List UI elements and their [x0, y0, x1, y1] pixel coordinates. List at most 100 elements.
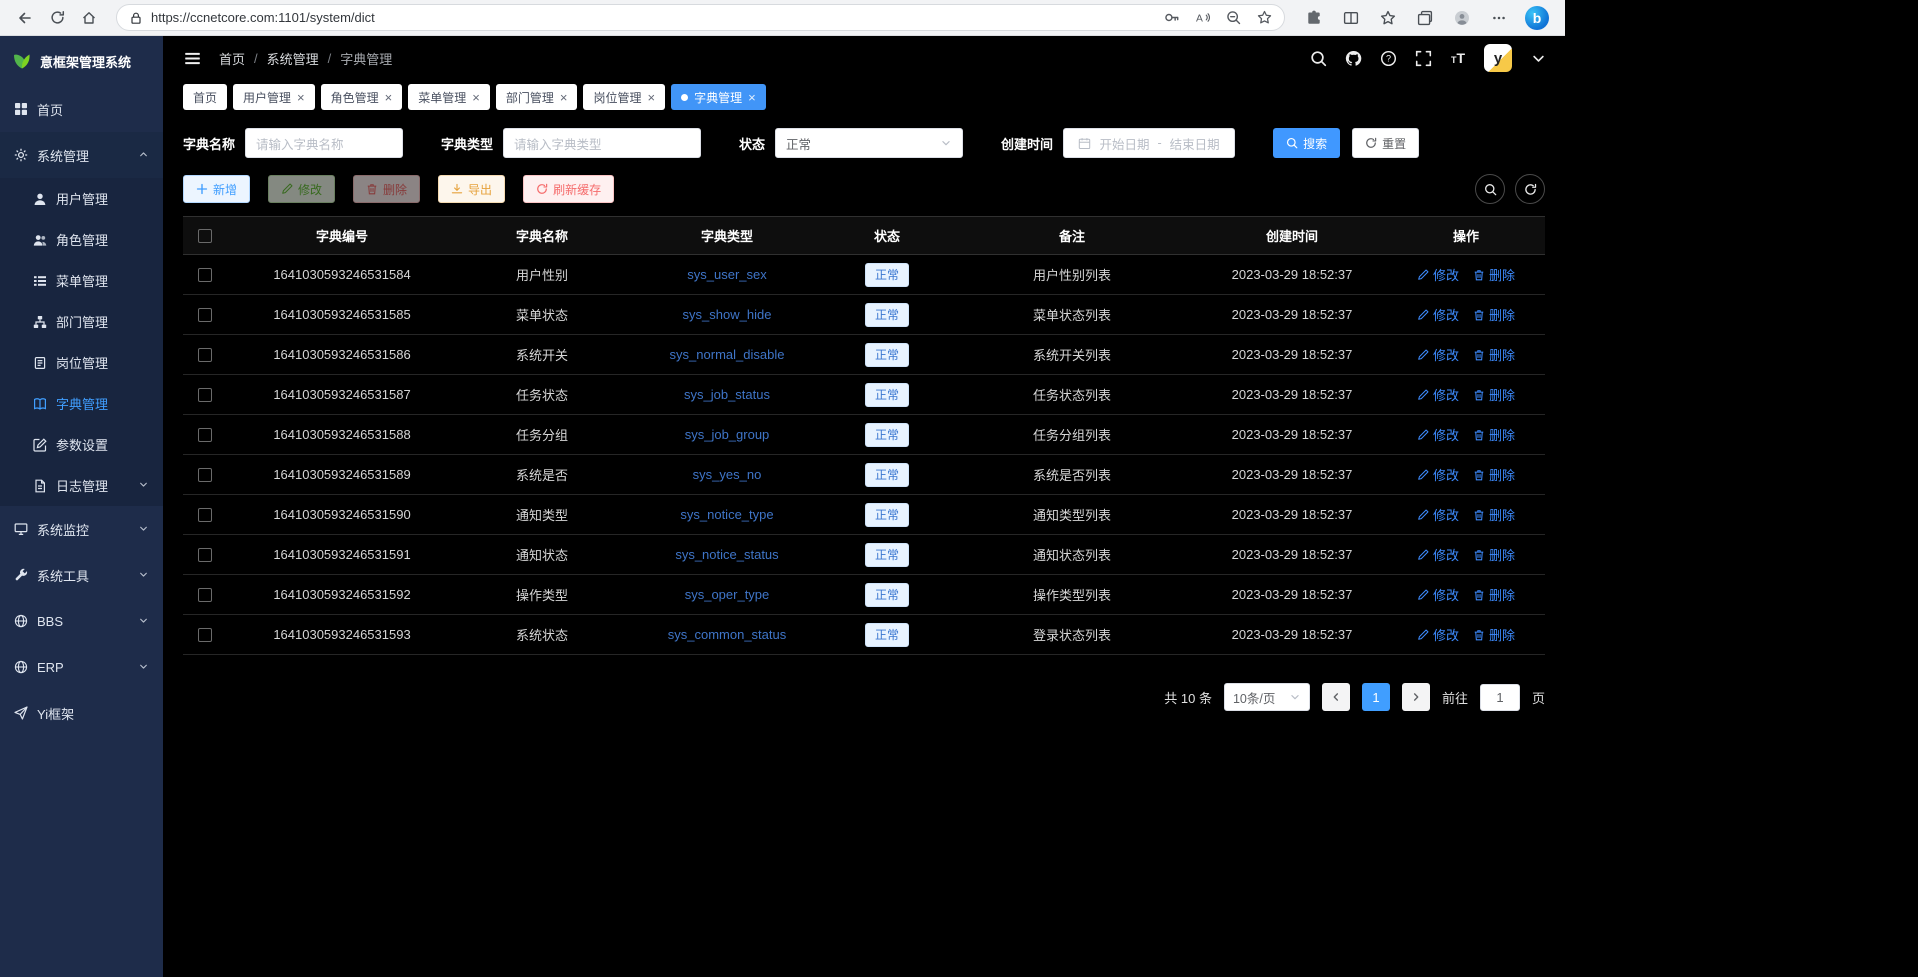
star-icon[interactable] [1257, 10, 1272, 25]
row-checkbox[interactable] [198, 388, 212, 402]
more-icon[interactable] [1488, 7, 1510, 29]
refresh-table-button[interactable] [1515, 174, 1545, 204]
chevron-down-icon[interactable] [1529, 49, 1547, 67]
user-avatar[interactable] [1484, 44, 1512, 72]
sidebar-item-system-mgmt[interactable]: 系统管理 [0, 132, 163, 178]
row-edit-button[interactable]: 修改 [1417, 625, 1459, 644]
sidebar-item-bbs[interactable]: BBS [0, 598, 163, 644]
row-checkbox[interactable] [198, 268, 212, 282]
add-button[interactable]: 新增 [183, 175, 250, 203]
sidebar-item-menu-mgmt[interactable]: 菜单管理 [0, 260, 163, 301]
row-edit-button[interactable]: 修改 [1417, 585, 1459, 604]
lock-icon[interactable] [129, 11, 143, 25]
row-checkbox[interactable] [198, 628, 212, 642]
row-edit-button[interactable]: 修改 [1417, 345, 1459, 364]
split-screen-icon[interactable] [1340, 7, 1362, 29]
row-edit-button[interactable]: 修改 [1417, 545, 1459, 564]
search-button[interactable]: 搜索 [1273, 128, 1340, 158]
prev-page-button[interactable] [1322, 683, 1350, 711]
browser-refresh-button[interactable] [42, 4, 72, 32]
sidebar-item-user-mgmt[interactable]: 用户管理 [0, 178, 163, 219]
row-delete-button[interactable]: 删除 [1473, 465, 1515, 484]
tab-home[interactable]: 首页 [183, 84, 227, 110]
row-edit-button[interactable]: 修改 [1417, 425, 1459, 444]
dict-type-link[interactable]: sys_notice_type [680, 507, 773, 522]
tab-role-mgmt[interactable]: 角色管理× [321, 84, 403, 110]
export-button[interactable]: 导出 [438, 175, 505, 203]
tab-post-mgmt[interactable]: 岗位管理× [583, 84, 665, 110]
dict-type-link[interactable]: sys_show_hide [683, 307, 772, 322]
dict-type-link[interactable]: sys_yes_no [693, 467, 762, 482]
dict-type-link[interactable]: sys_job_group [685, 427, 770, 442]
dict-name-input[interactable]: 请输入字典名称 [245, 128, 403, 158]
row-delete-button[interactable]: 删除 [1473, 545, 1515, 564]
close-icon[interactable]: × [297, 91, 305, 104]
select-all-checkbox[interactable] [198, 229, 212, 243]
dict-type-link[interactable]: sys_common_status [668, 627, 787, 642]
breadcrumb-item[interactable]: 首页 [219, 49, 245, 68]
dict-type-link[interactable]: sys_normal_disable [670, 347, 785, 362]
dict-type-link[interactable]: sys_job_status [684, 387, 770, 402]
close-icon[interactable]: × [647, 91, 655, 104]
tab-menu-mgmt[interactable]: 菜单管理× [408, 84, 490, 110]
row-checkbox[interactable] [198, 468, 212, 482]
sidebar-item-role-mgmt[interactable]: 角色管理 [0, 219, 163, 260]
row-checkbox[interactable] [198, 588, 212, 602]
row-edit-button[interactable]: 修改 [1417, 385, 1459, 404]
sidebar-item-erp[interactable]: ERP [0, 644, 163, 690]
date-range-picker[interactable]: 开始日期 - 结束日期 [1063, 128, 1235, 158]
key-icon[interactable] [1164, 10, 1179, 25]
row-delete-button[interactable]: 删除 [1473, 505, 1515, 524]
close-icon[interactable]: × [560, 91, 568, 104]
row-edit-button[interactable]: 修改 [1417, 465, 1459, 484]
bing-icon[interactable]: b [1525, 6, 1549, 30]
row-edit-button[interactable]: 修改 [1417, 305, 1459, 324]
close-icon[interactable]: × [385, 91, 393, 104]
sidebar-item-home[interactable]: 首页 [0, 86, 163, 132]
page-size-select[interactable]: 10条/页 [1224, 683, 1310, 711]
sidebar-item-dept-mgmt[interactable]: 部门管理 [0, 301, 163, 342]
collections-icon[interactable] [1414, 7, 1436, 29]
browser-home-button[interactable] [74, 4, 104, 32]
search-icon[interactable] [1309, 49, 1327, 67]
github-icon[interactable] [1344, 49, 1362, 67]
address-bar[interactable]: https://ccnetcore.com:1101/system/dict A [116, 4, 1285, 31]
row-delete-button[interactable]: 删除 [1473, 625, 1515, 644]
delete-button[interactable]: 删除 [353, 175, 420, 203]
tab-user-mgmt[interactable]: 用户管理× [233, 84, 315, 110]
edit-button[interactable]: 修改 [268, 175, 335, 203]
row-edit-button[interactable]: 修改 [1417, 505, 1459, 524]
zoom-out-icon[interactable] [1226, 10, 1241, 25]
sidebar-item-system-tools[interactable]: 系统工具 [0, 552, 163, 598]
row-edit-button[interactable]: 修改 [1417, 265, 1459, 284]
row-checkbox[interactable] [198, 428, 212, 442]
sidebar-item-post-mgmt[interactable]: 岗位管理 [0, 342, 163, 383]
row-checkbox[interactable] [198, 348, 212, 362]
row-checkbox[interactable] [198, 548, 212, 562]
star-icon[interactable] [1377, 7, 1399, 29]
profile-icon[interactable] [1451, 7, 1473, 29]
read-aloud-icon[interactable]: A [1195, 10, 1210, 25]
dict-type-input[interactable]: 请输入字典类型 [503, 128, 701, 158]
sidebar-item-dict-mgmt[interactable]: 字典管理 [0, 383, 163, 424]
close-icon[interactable]: × [472, 91, 480, 104]
sidebar-item-param-settings[interactable]: 参数设置 [0, 424, 163, 465]
fullscreen-icon[interactable] [1414, 49, 1432, 67]
sidebar-item-system-monitor[interactable]: 系统监控 [0, 506, 163, 552]
row-delete-button[interactable]: 删除 [1473, 585, 1515, 604]
dict-type-link[interactable]: sys_oper_type [685, 587, 770, 602]
status-select[interactable]: 正常 [775, 128, 963, 158]
refresh-cache-button[interactable]: 刷新缓存 [523, 175, 614, 203]
hamburger-icon[interactable] [181, 47, 203, 69]
puzzle-icon[interactable] [1303, 7, 1325, 29]
page-1-button[interactable]: 1 [1362, 683, 1390, 711]
row-delete-button[interactable]: 删除 [1473, 345, 1515, 364]
font-size-icon[interactable]: TT [1449, 49, 1467, 67]
dict-type-link[interactable]: sys_notice_status [675, 547, 778, 562]
dict-type-link[interactable]: sys_user_sex [687, 267, 766, 282]
row-checkbox[interactable] [198, 308, 212, 322]
row-delete-button[interactable]: 删除 [1473, 305, 1515, 324]
breadcrumb-item[interactable]: 系统管理 [267, 49, 319, 68]
close-icon[interactable]: × [748, 91, 756, 104]
sidebar-item-yi-framework[interactable]: Yi框架 [0, 690, 163, 736]
